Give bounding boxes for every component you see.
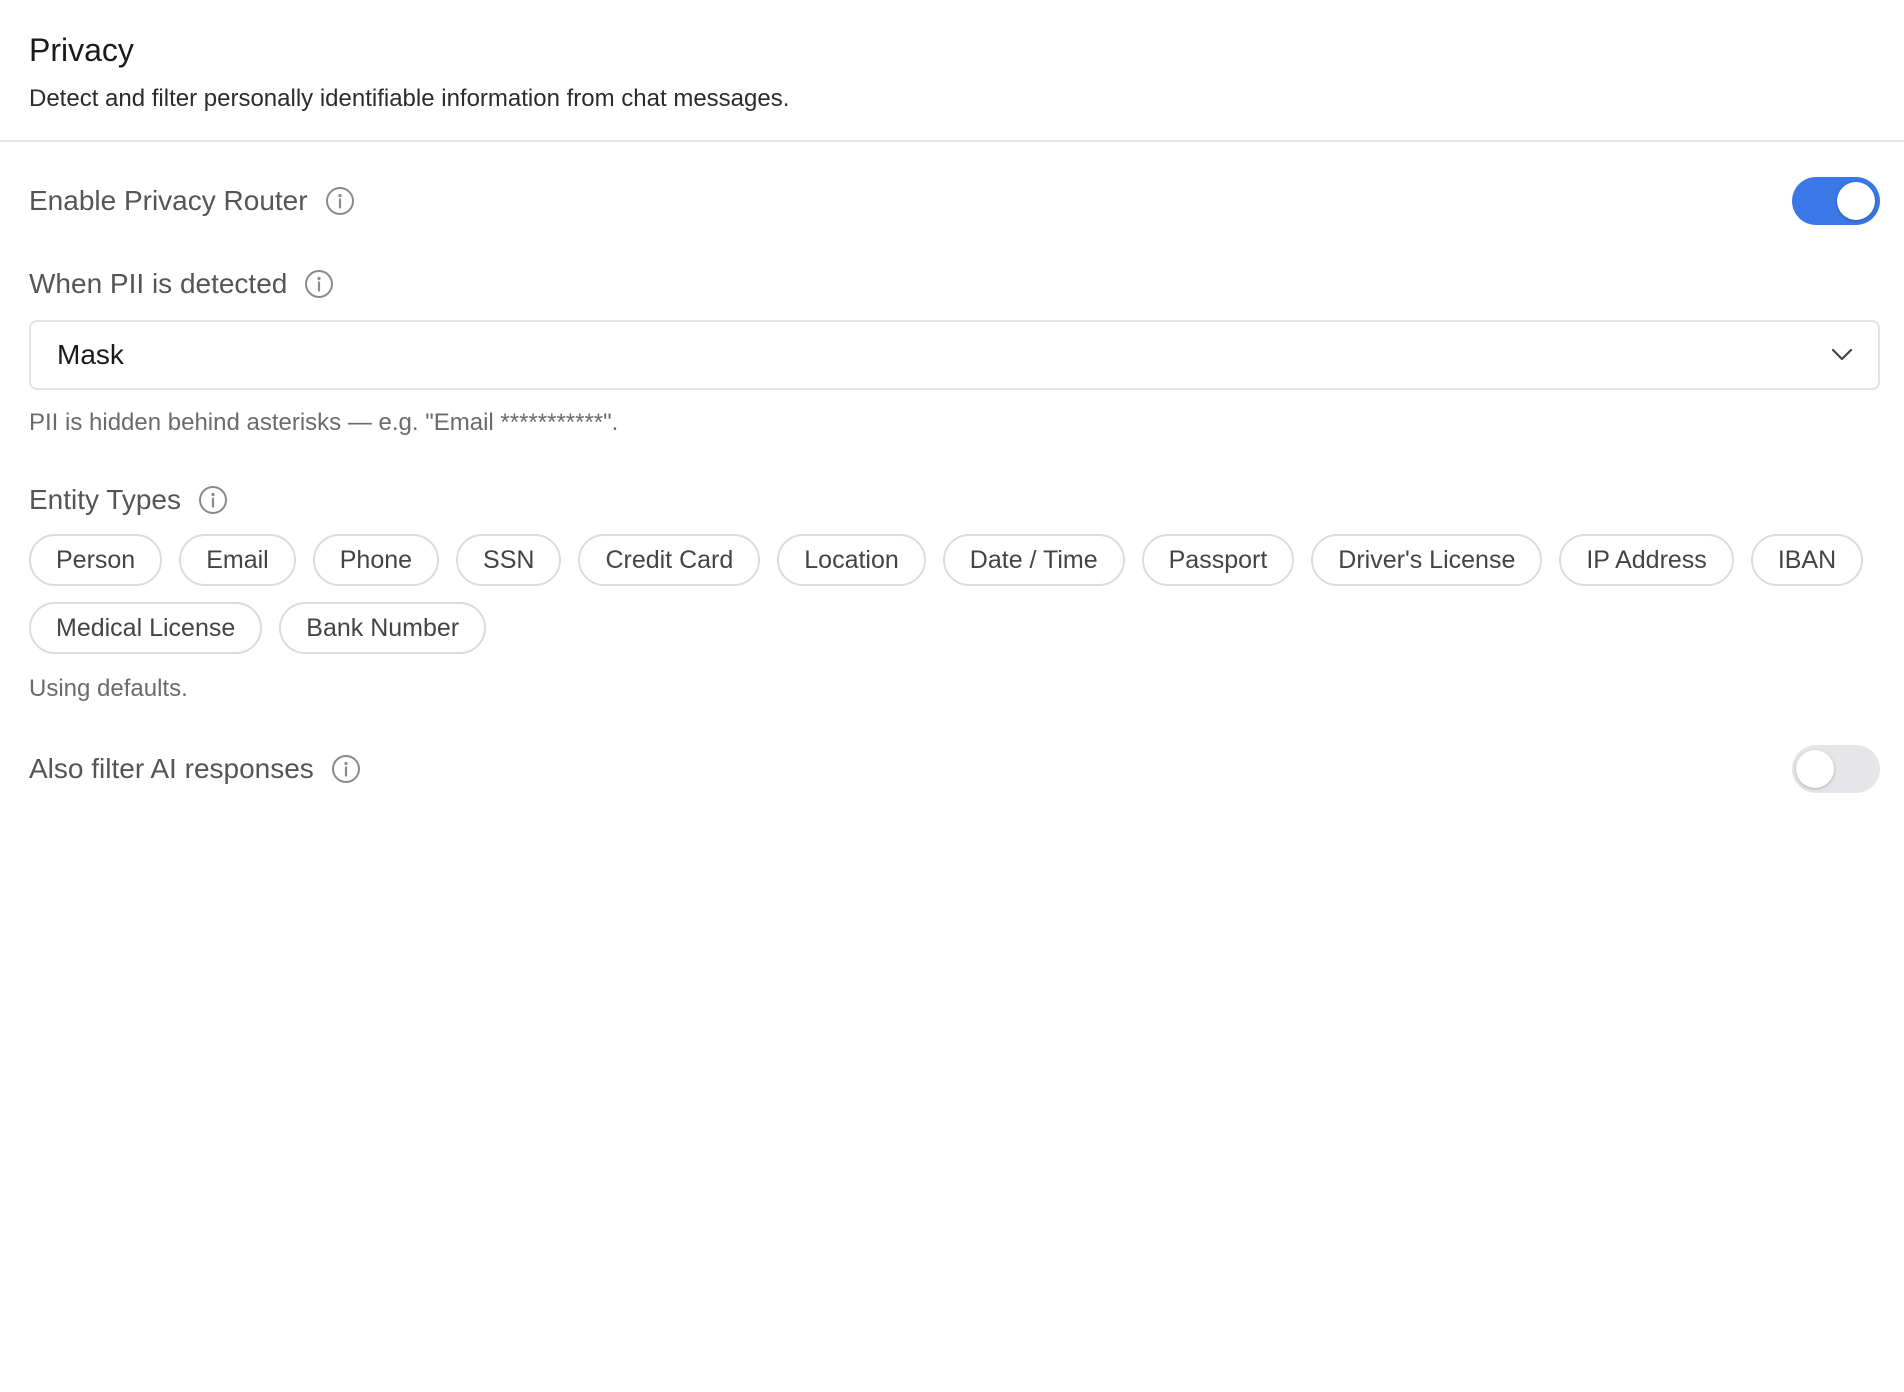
- entity-chip-person[interactable]: Person: [29, 534, 163, 586]
- page-header: Privacy Detect and filter personally ide…: [0, 0, 1904, 142]
- entity-types-label-group: Entity Types: [29, 482, 1880, 518]
- enable-privacy-router-label-group: Enable Privacy Router: [29, 183, 355, 219]
- pii-action-hint: PII is hidden behind asterisks — e.g. "E…: [29, 409, 619, 436]
- settings-content: Enable Privacy Router When PII is detect…: [0, 174, 1904, 796]
- entity-chip-drivers-license[interactable]: Driver's License: [1311, 534, 1543, 586]
- info-icon[interactable]: [198, 485, 228, 515]
- privacy-settings-page: Privacy Detect and filter personally ide…: [0, 0, 1904, 1392]
- entity-chip-ip-address[interactable]: IP Address: [1559, 534, 1734, 586]
- page-title: Privacy: [29, 32, 134, 68]
- filter-ai-responses-toggle[interactable]: [1792, 745, 1880, 793]
- filter-ai-responses-row: Also filter AI responses: [29, 742, 1880, 796]
- entity-types-note: Using defaults.: [29, 675, 188, 702]
- entity-chip-email[interactable]: Email: [179, 534, 296, 586]
- toggle-knob: [1796, 750, 1834, 788]
- pii-action-label: When PII is detected: [29, 268, 288, 299]
- entity-chip-medical-license[interactable]: Medical License: [29, 602, 263, 654]
- pii-action-select[interactable]: Mask: [29, 320, 1880, 390]
- filter-ai-responses-label: Also filter AI responses: [29, 753, 314, 784]
- entity-type-chips: Person Email Phone SSN Credit Card Locat…: [29, 534, 1889, 654]
- page-subtitle: Detect and filter personally identifiabl…: [29, 85, 790, 112]
- entity-chip-date-time[interactable]: Date / Time: [942, 534, 1125, 586]
- entity-chip-location[interactable]: Location: [777, 534, 926, 586]
- enable-privacy-router-toggle[interactable]: [1792, 177, 1880, 225]
- entity-chip-phone[interactable]: Phone: [312, 534, 440, 586]
- entity-chip-passport[interactable]: Passport: [1141, 534, 1295, 586]
- info-icon[interactable]: [331, 754, 361, 784]
- enable-privacy-router-label: Enable Privacy Router: [29, 185, 308, 216]
- pii-action-selected-value: Mask: [57, 339, 124, 370]
- info-icon[interactable]: [304, 269, 334, 299]
- entity-chip-bank-number[interactable]: Bank Number: [279, 602, 487, 654]
- entity-chip-credit-card[interactable]: Credit Card: [578, 534, 761, 586]
- toggle-knob: [1837, 182, 1875, 220]
- enable-privacy-router-row: Enable Privacy Router: [29, 174, 1880, 228]
- filter-ai-responses-label-group: Also filter AI responses: [29, 751, 361, 787]
- pii-action-label-group: When PII is detected: [29, 266, 1880, 302]
- entity-chip-ssn[interactable]: SSN: [456, 534, 562, 586]
- entity-chip-iban[interactable]: IBAN: [1750, 534, 1864, 586]
- info-icon[interactable]: [325, 186, 355, 216]
- chevron-down-icon: [1830, 343, 1854, 367]
- entity-types-label: Entity Types: [29, 484, 182, 515]
